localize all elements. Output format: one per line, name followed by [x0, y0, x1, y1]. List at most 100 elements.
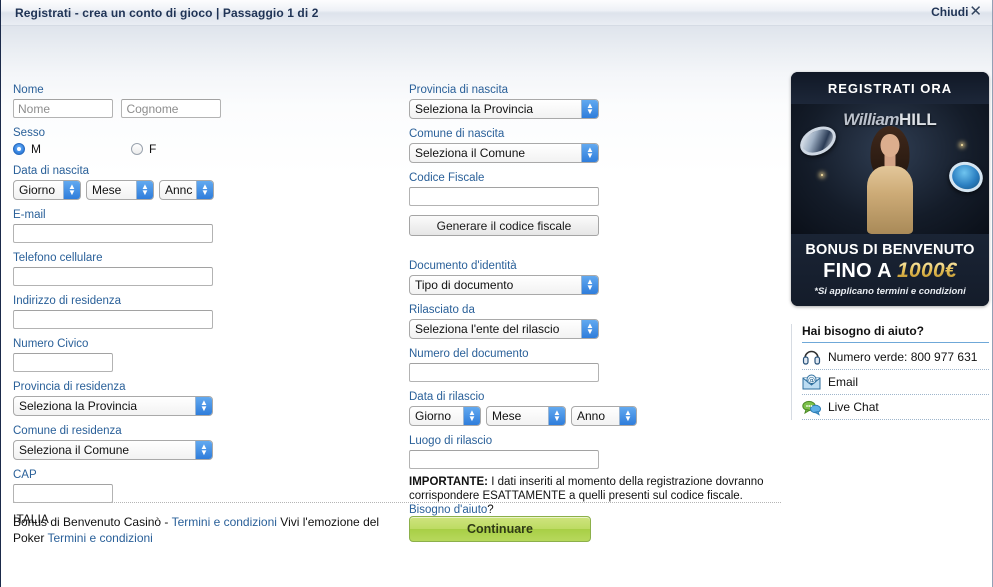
province-residence-select[interactable]: Seleziona la Provincia ▲ ▼: [13, 396, 213, 416]
label-luogo-rilascio: Luogo di rilascio: [409, 435, 493, 447]
bonus-amount: 1000€: [897, 259, 957, 282]
issue-year-value: Anno: [577, 409, 606, 423]
birthdate-selects: Giorno ▲ ▼ Mese ▲ ▼ Annc ▲ ▼: [13, 180, 393, 200]
headset-icon: [802, 349, 821, 366]
issue-place-input[interactable]: [409, 450, 599, 469]
bonus-terms-note: *Si applicano termini e condizioni: [814, 286, 966, 297]
live-chat-icon: [802, 399, 821, 416]
issue-date-selects: Giorno ▲ ▼ Mese ▲ ▼ Anno ▲ ▼: [409, 406, 781, 426]
chevron-updown-icon: ▲ ▼: [581, 100, 598, 118]
footer-terms-link-2[interactable]: Termini e condizioni: [47, 531, 152, 545]
label-telefono: Telefono cellulare: [13, 252, 103, 264]
mobile-phone-input[interactable]: [13, 267, 213, 286]
label-email: E-mail: [13, 209, 46, 221]
model-photo: [858, 126, 922, 234]
footer-terms-text: Bonus di Benvenuto Casinò - Termini e co…: [13, 514, 403, 546]
close-button[interactable]: Chiudi ✕: [931, 4, 982, 19]
label-comune-nascita: Comune di nascita: [409, 128, 505, 140]
document-number-input[interactable]: [409, 363, 599, 382]
promo-header: REGISTRATI ORA: [791, 72, 989, 104]
label-provincia-nascita: Provincia di nascita: [409, 84, 509, 96]
model-dress: [867, 166, 913, 234]
gender-radio-group: M F: [13, 142, 393, 156]
registration-window: Registrati - crea un conto di gioco | Pa…: [0, 0, 993, 587]
need-help-link[interactable]: Bisogno d'aiuto: [409, 504, 487, 516]
important-notice: IMPORTANTE: I dati inseriti al momento d…: [409, 475, 781, 517]
radio-gender-m[interactable]: M: [13, 142, 41, 156]
field-telefono: Telefono cellulare: [13, 252, 393, 286]
radio-m-icon: [13, 143, 25, 155]
help-item-email[interactable]: @ Email: [802, 370, 989, 395]
close-button-label: Chiudi: [931, 4, 969, 19]
help-item-live-chat[interactable]: Live Chat: [802, 395, 989, 420]
help-box: Hai bisogno di aiuto? Numero verde: 800 …: [791, 324, 989, 420]
issue-day-value: Giorno: [415, 409, 452, 423]
field-data-rilascio: Data di rilascio Giorno ▲ ▼ Mese ▲ ▼ Anno: [409, 391, 781, 426]
province-birth-select[interactable]: Seleziona la Provincia ▲ ▼: [409, 99, 599, 119]
footer-divider: [13, 502, 781, 503]
window-title: Registrati - crea un conto di gioco | Pa…: [15, 5, 319, 20]
field-documento: Documento d'identità Tipo di documento ▲…: [409, 260, 781, 295]
help-item-phone[interactable]: Numero verde: 800 977 631: [802, 345, 989, 370]
city-residence-select[interactable]: Seleziona il Comune ▲ ▼: [13, 440, 213, 460]
last-name-input[interactable]: [121, 99, 222, 118]
document-type-select[interactable]: Tipo di documento ▲ ▼: [409, 275, 599, 295]
street-number-input[interactable]: [13, 353, 113, 372]
address-input[interactable]: [13, 310, 213, 329]
important-notice-suffix: ?: [487, 504, 494, 516]
email-input[interactable]: [13, 224, 213, 243]
birth-month-select[interactable]: Mese ▲ ▼: [86, 180, 154, 200]
city-birth-select[interactable]: Seleziona il Comune ▲ ▼: [409, 143, 599, 163]
model-face: [880, 134, 900, 157]
field-comune-residenza: Comune di residenza Seleziona il Comune …: [13, 425, 393, 460]
label-cap: CAP: [13, 469, 37, 481]
chevron-updown-icon: ▲ ▼: [195, 397, 212, 415]
label-rilasciato-da: Rilasciato da: [409, 304, 475, 316]
sparkle-icon: [961, 144, 963, 146]
promo-banner[interactable]: REGISTRATI ORA WilliamHILL BONUS DI BENV…: [791, 72, 989, 306]
issue-month-select[interactable]: Mese ▲ ▼: [486, 406, 566, 426]
radio-gender-f[interactable]: F: [131, 142, 156, 156]
postal-code-input[interactable]: [13, 484, 113, 503]
label-nome: Nome: [13, 84, 44, 96]
fiscal-code-input[interactable]: [409, 187, 599, 206]
window-titlebar: Registrati - crea un conto di gioco | Pa…: [1, 0, 992, 28]
issued-by-select[interactable]: Seleziona l'ente del rilascio ▲ ▼: [409, 319, 599, 339]
chevron-updown-icon: ▲ ▼: [195, 441, 212, 459]
promo-image: WilliamHILL: [791, 104, 989, 234]
field-data-nascita: Data di nascita Giorno ▲ ▼ Mese ▲ ▼ Annc ▲: [13, 165, 393, 200]
province-birth-value: Seleziona la Provincia: [415, 102, 534, 116]
radio-f-label: F: [149, 142, 157, 156]
page-body: Nome Sesso M F: [1, 26, 992, 587]
footer-terms-link-1[interactable]: Termini e condizioni: [172, 515, 277, 529]
issue-year-select[interactable]: Anno ▲ ▼: [571, 406, 637, 426]
middle-column: Provincia di nascita Seleziona la Provin…: [409, 84, 781, 517]
birth-year-value: Annc: [165, 183, 193, 197]
close-x-icon: ✕: [969, 3, 982, 20]
generate-fiscal-code-button[interactable]: Generare il codice fiscale: [409, 215, 599, 236]
label-provincia-residenza: Provincia di residenza: [13, 381, 126, 393]
label-indirizzo: Indirizzo di residenza: [13, 295, 122, 307]
chevron-updown-icon: ▲ ▼: [463, 407, 480, 425]
field-email: E-mail: [13, 209, 393, 243]
continue-button[interactable]: Continuare: [409, 516, 591, 542]
birth-year-select[interactable]: Annc ▲ ▼: [159, 180, 214, 200]
label-codice-fiscale: Codice Fiscale: [409, 172, 485, 184]
issue-day-select[interactable]: Giorno ▲ ▼: [409, 406, 481, 426]
blue-chip-icon: [945, 157, 987, 197]
field-nome: Nome: [13, 84, 393, 118]
generate-cf-wrapper: Generare il codice fiscale: [409, 215, 781, 236]
field-provincia-residenza: Provincia di residenza Seleziona la Prov…: [13, 381, 393, 416]
label-numero-documento: Numero del documento: [409, 348, 529, 360]
label-documento: Documento d'identità: [409, 260, 517, 272]
bonus-line-1: BONUS DI BENVENUTO: [805, 242, 975, 258]
help-title: Hai bisogno di aiuto?: [802, 324, 989, 343]
chevron-updown-icon: ▲ ▼: [581, 320, 598, 338]
birth-day-select[interactable]: Giorno ▲ ▼: [13, 180, 81, 200]
field-cap: CAP: [13, 469, 393, 503]
bonus-line-2-prefix: FINO A: [823, 260, 898, 282]
chevron-updown-icon: ▲ ▼: [619, 407, 636, 425]
field-indirizzo: Indirizzo di residenza: [13, 295, 393, 329]
first-name-input[interactable]: [13, 99, 113, 118]
help-item-email-label: Email: [828, 375, 859, 389]
